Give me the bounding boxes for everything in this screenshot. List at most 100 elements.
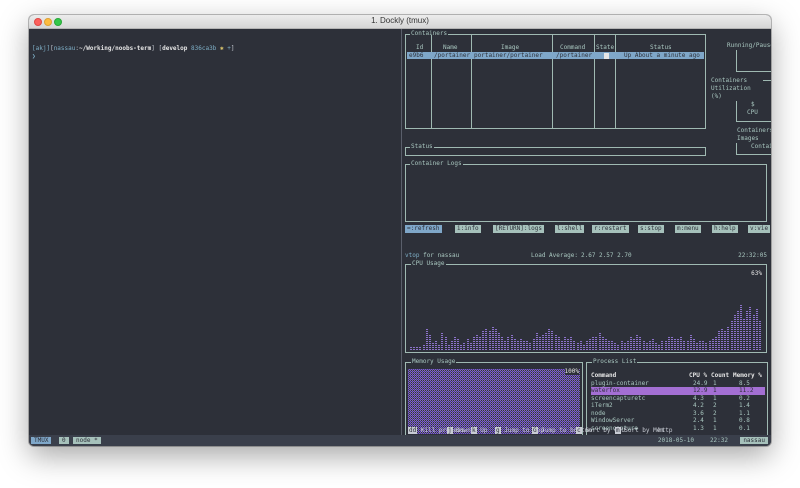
process-memory: 1.4 [739,402,750,409]
tmux-window-name: node [76,437,91,444]
cpu-bar [416,345,419,350]
process-row[interactable]: plugin-container 24.9 1 8.5 [591,380,765,388]
process-cpu: 2.4 [693,417,704,424]
cpu-bar [548,328,551,350]
cpu-bar [595,337,598,350]
process-row[interactable]: iTerm2 4.2 2 1.4 [591,402,765,410]
process-table[interactable]: Command CPU % Count Memory % plugin-cont… [591,372,765,432]
prompt-end: ] [230,45,235,52]
process-command: screencapturetc [591,394,646,402]
key-refresh[interactable]: =:refresh [405,225,442,233]
cpu-bar [692,338,695,350]
col-divider [552,35,553,128]
process-cpu: 4.3 [693,394,704,402]
help-label: http [658,427,673,434]
process-count: 1 [713,387,717,394]
cpu-bar [642,341,645,350]
cpu-bar [705,342,708,350]
cell-image: portainer/portainer [474,52,543,59]
cpu-bar [557,337,560,350]
tmux-window-tab[interactable]: node * [73,437,101,444]
key-shell[interactable]: l:shell [555,225,585,233]
header-cpu: CPU % [689,372,708,379]
process-row[interactable]: screencapturetc 4.3 1 0.2 [591,395,765,403]
cpu-bar [516,341,519,350]
cpu-bar [538,335,541,350]
cpu-bar [727,325,730,350]
title-bar[interactable]: 1. Dockly (tmux) [29,15,771,29]
cpu-bar [667,335,670,350]
cpu-bar [573,340,576,350]
col-header-state[interactable]: State [596,44,614,51]
cpu-bar [699,341,702,350]
vtop-help-bar: dd Kill process j Down k Up g Jump to top G … [402,426,771,435]
cpu-bar [658,344,661,350]
cpu-bar [608,341,610,350]
cpu-bar [479,337,482,350]
cpu-bar [532,338,535,350]
terminal-window: 1. Dockly (tmux) [akj][nassau:~/Working/… [29,15,771,446]
col-header-status[interactable]: Status [650,44,672,51]
cpu-bar [410,347,412,350]
col-divider [594,35,595,128]
process-count: 1 [713,394,717,402]
utilization-label: Containers Utilization (%) [709,77,763,101]
cpu-bar [626,339,629,350]
help-key: G [532,427,538,434]
col-header-image[interactable]: Image [501,44,519,51]
process-command: iTerm2 [591,402,613,409]
dockly-pane[interactable]: Containers Id Name Image Command State S… [402,29,771,437]
process-memory: 0.8 [739,417,750,424]
vtop-user: nassau [437,252,460,259]
col-header-name[interactable]: Name [443,44,457,51]
process-row[interactable]: WindowServer 2.4 1 0.8 [591,417,765,425]
cpu-bar [736,309,739,350]
load-average-values: 2.67 2.57 2.70 [581,252,632,259]
process-memory: 11.2 [739,387,754,394]
cpu-bar [564,335,566,350]
key-logs[interactable]: [RETURN]:logs [493,225,544,233]
prompt-user: nassau [53,45,76,52]
cpu-bar [724,329,727,350]
cpu-bar [674,339,676,350]
cpu-bar [639,335,642,350]
cpu-bar [422,345,425,350]
process-row[interactable]: waterfox 12.9 1 11.2 [591,387,765,395]
vtop-for: for [423,252,434,259]
cpu-bar [623,342,626,350]
shell-pane[interactable]: [akj][nassau:~/Working/noobs-term] [deve… [29,29,401,435]
cpu-bar [740,304,742,350]
key-bar: =:refresh i:info [RETURN]:logs l:shell r… [405,225,770,233]
prompt-prefix: [akj] [32,45,51,52]
tmux-window-flag: * [94,437,98,444]
cpu-bar [648,339,651,350]
cpu-bar [689,334,692,350]
memory-usage-label: Memory Usage [411,358,457,366]
col-header-id[interactable]: Id [416,44,423,51]
tmux-session[interactable]: TMUX [31,437,52,444]
table-row[interactable]: e9b6 /portainer portainer/portainer /por… [407,52,704,59]
cpu-bar [611,339,614,350]
key-restart[interactable]: r:restart [592,225,629,233]
cpu-bar [460,343,463,350]
col-divider [431,35,432,128]
help-item: m Sort by Mem [615,426,664,435]
cpu-bar [589,338,592,350]
key-view[interactable]: v:vie [748,225,770,233]
cpu-bar [432,342,434,350]
process-row[interactable]: node 3.6 2 1.1 [591,410,765,418]
process-command: node [591,409,606,417]
cpu-bar [586,339,588,350]
key-help[interactable]: h:help [712,225,738,233]
container-logs-box[interactable]: Container Logs [405,160,767,222]
status-label: Status [410,143,434,151]
cpu-bar [721,328,724,350]
col-header-command[interactable]: Command [560,44,585,51]
cpu-bar [702,339,705,350]
cpu-bar [758,321,761,350]
key-stop[interactable]: s:stop [638,225,664,233]
tmux-window-index[interactable]: 0 [59,437,69,444]
containers-table[interactable]: Containers Id Name Image Command State S… [405,30,706,129]
key-menu[interactable]: m:menu [675,225,701,233]
key-info[interactable]: i:info [455,225,481,233]
